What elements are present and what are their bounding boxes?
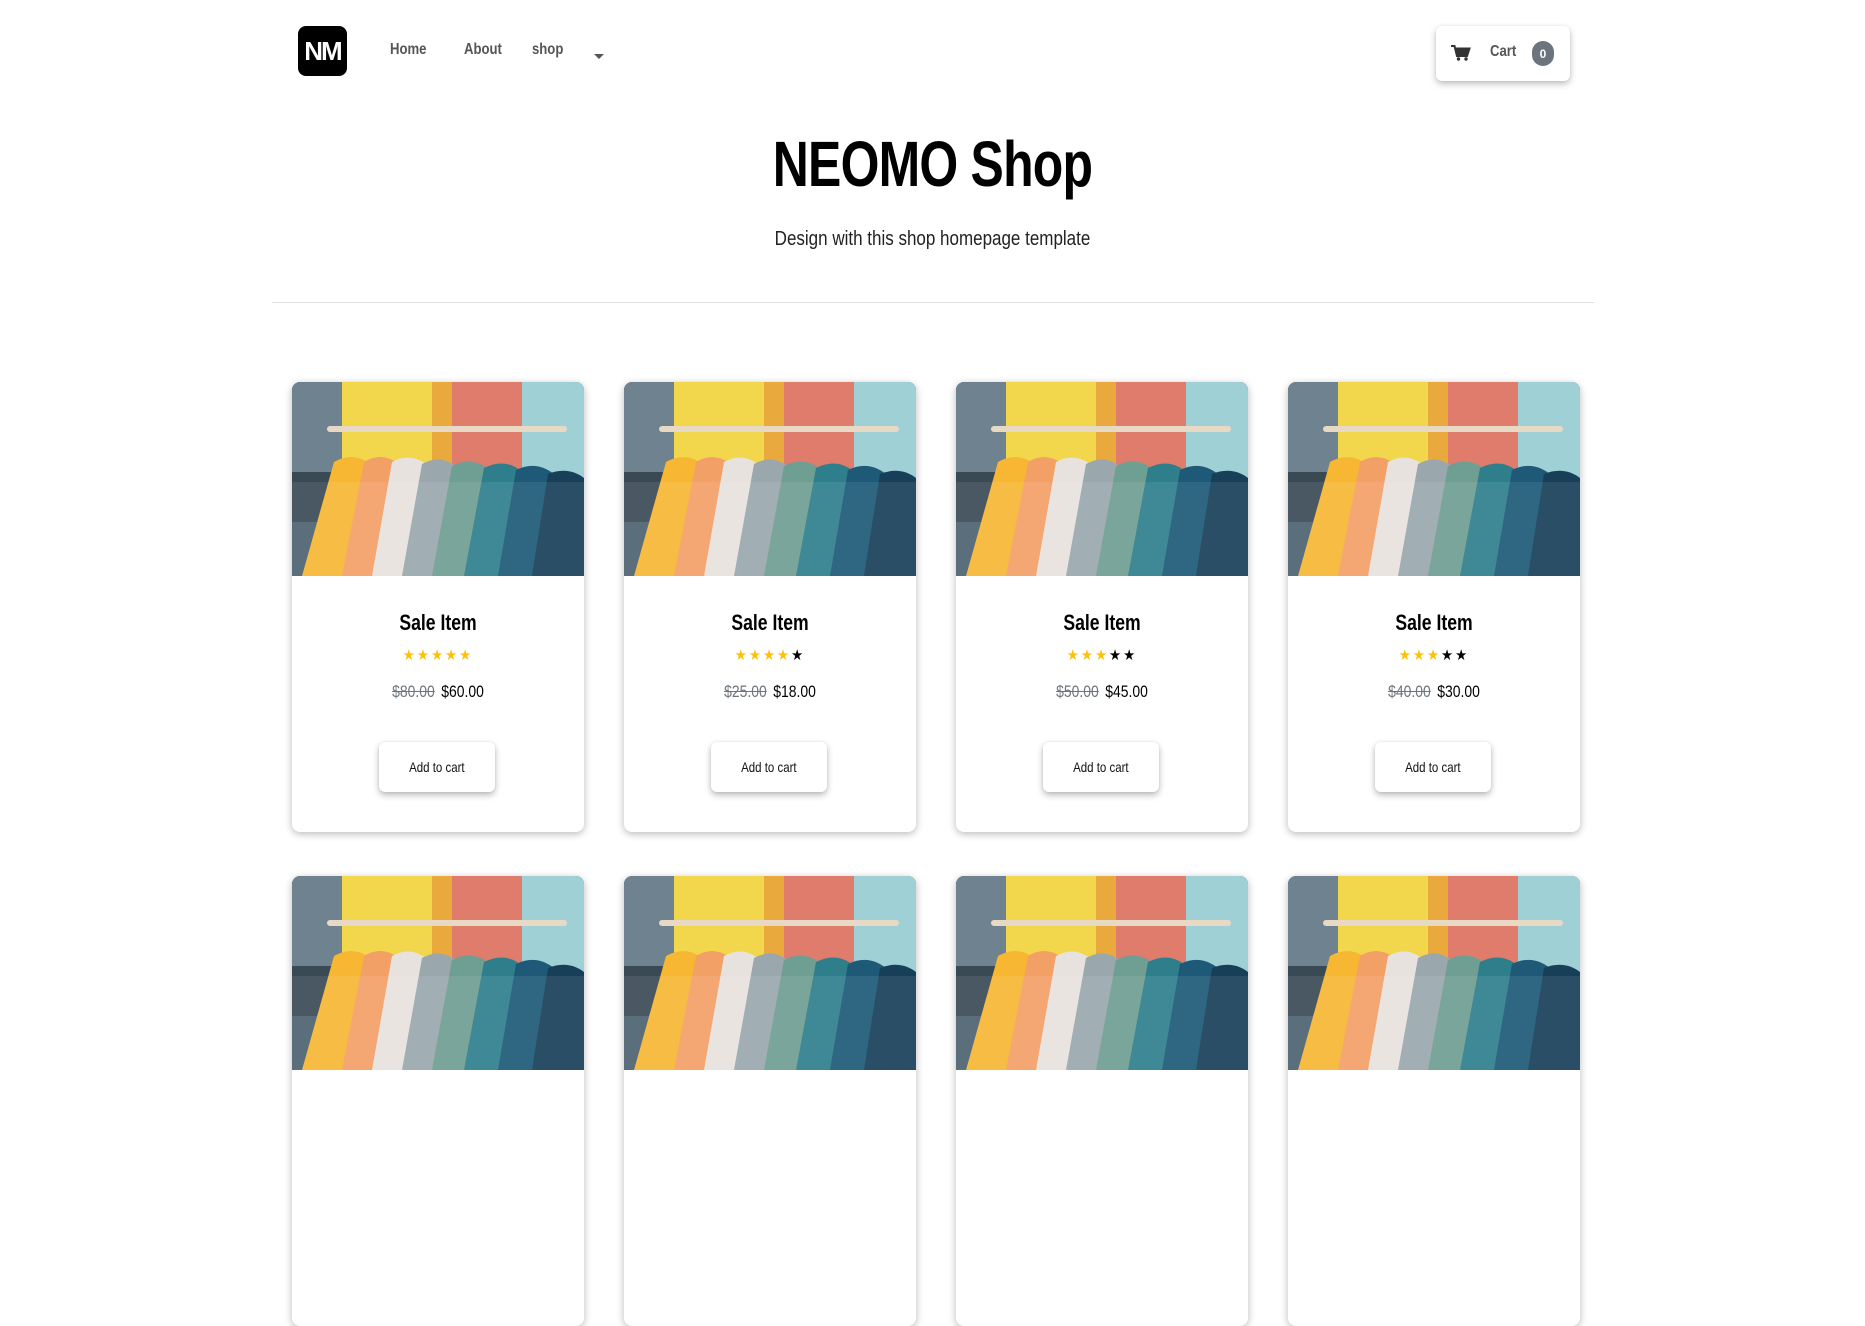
product-card: Sale Item ★★★★★ $25.00 $18.00 Add to cart (624, 382, 916, 832)
page-title: NEOMO Shop (772, 128, 1093, 200)
product-prices (1314, 1176, 1553, 1196)
product-image[interactable] (1288, 382, 1580, 576)
old-price: $40.00 (1388, 682, 1431, 701)
star-filled-icon: ★ (1094, 647, 1110, 664)
nav-about-link[interactable]: About (464, 41, 502, 59)
product-card (956, 876, 1248, 1326)
product-title: Sale Item (1395, 610, 1473, 635)
product-card: Sale Item ★★★★★ $50.00 $45.00 Add to cart (956, 382, 1248, 832)
add-to-cart-button[interactable]: Add to cart (1375, 742, 1491, 792)
star-filled-icon: ★ (734, 647, 749, 664)
star-filled-icon: ★ (762, 647, 778, 664)
cart-icon (1451, 45, 1471, 61)
sale-price: $18.00 (773, 682, 816, 701)
nav-shop-dropdown[interactable]: shop (532, 41, 563, 59)
product-prices (650, 1176, 889, 1196)
star-filled-icon: ★ (1066, 647, 1081, 664)
product-prices: $50.00 $45.00 (982, 682, 1221, 702)
old-price: $50.00 (1056, 682, 1099, 701)
product-card: Sale Item ★★★★★ $40.00 $30.00 Add to cart (1288, 382, 1580, 832)
cart-button[interactable]: Cart 0 (1436, 26, 1570, 81)
add-to-cart-button[interactable]: Add to cart (379, 742, 495, 792)
add-to-cart-label: Add to cart (409, 759, 465, 775)
add-to-cart-label: Add to cart (1405, 759, 1461, 775)
star-filled-icon: ★ (1412, 647, 1427, 664)
product-title: Sale Item (399, 610, 477, 635)
product-prices: $25.00 $18.00 (650, 682, 889, 702)
star-filled-icon: ★ (1398, 647, 1413, 664)
product-prices (318, 1176, 557, 1196)
add-to-cart-label: Add to cart (741, 759, 797, 775)
star-empty-icon: ★ (1455, 647, 1470, 664)
product-card (1288, 876, 1580, 1326)
add-to-cart-label: Add to cart (1073, 759, 1129, 775)
header-divider (272, 302, 1594, 303)
product-image[interactable] (956, 382, 1248, 576)
add-to-cart-button[interactable]: Add to cart (711, 742, 827, 792)
nav-home-link[interactable]: Home (390, 41, 426, 59)
product-image[interactable] (624, 876, 916, 1070)
star-filled-icon: ★ (459, 647, 474, 664)
product-rating: ★★★★★ (1288, 648, 1580, 663)
star-filled-icon: ★ (416, 647, 431, 664)
old-price: $25.00 (724, 682, 767, 701)
old-price: $80.00 (392, 682, 435, 701)
star-filled-icon: ★ (1426, 647, 1442, 664)
product-image[interactable] (956, 876, 1248, 1070)
product-image[interactable] (624, 382, 916, 576)
product-image[interactable] (292, 876, 584, 1070)
product-prices (982, 1176, 1221, 1196)
star-filled-icon: ★ (402, 647, 417, 664)
navbar: NM Home About shop Cart 0 (296, 25, 1570, 83)
star-empty-icon: ★ (1109, 647, 1124, 664)
sale-price: $45.00 (1105, 682, 1148, 701)
product-title: Sale Item (731, 610, 809, 635)
sale-price: $60.00 (441, 682, 484, 701)
page-subtitle: Design with this shop homepage template (774, 228, 1091, 250)
product-card (624, 876, 916, 1326)
cart-count-badge: 0 (1532, 41, 1554, 66)
add-to-cart-button[interactable]: Add to cart (1043, 742, 1159, 792)
star-filled-icon: ★ (445, 647, 460, 664)
product-card (292, 876, 584, 1326)
product-prices: $40.00 $30.00 (1314, 682, 1553, 702)
star-empty-icon: ★ (1441, 647, 1456, 664)
product-image[interactable] (1288, 876, 1580, 1070)
page: NM Home About shop Cart 0 NEOMO Shop Des… (0, 0, 1865, 1326)
product-image[interactable] (292, 382, 584, 576)
cart-label: Cart (1490, 43, 1517, 60)
star-empty-icon: ★ (1123, 647, 1138, 664)
product-rating: ★★★★★ (624, 648, 916, 663)
product-prices: $80.00 $60.00 (318, 682, 557, 702)
star-filled-icon: ★ (1080, 647, 1095, 664)
product-rating: ★★★★★ (956, 648, 1248, 663)
product-title: Sale Item (1063, 610, 1141, 635)
star-filled-icon: ★ (748, 647, 763, 664)
product-card: Sale Item ★★★★★ $80.00 $60.00 Add to cart (292, 382, 584, 832)
star-empty-icon: ★ (791, 647, 806, 664)
caret-down-icon[interactable] (594, 54, 604, 59)
sale-price: $30.00 (1437, 682, 1480, 701)
star-filled-icon: ★ (777, 647, 792, 664)
brand-logo[interactable]: NM (298, 26, 347, 76)
product-rating: ★★★★★ (292, 648, 584, 663)
star-filled-icon: ★ (430, 647, 446, 664)
